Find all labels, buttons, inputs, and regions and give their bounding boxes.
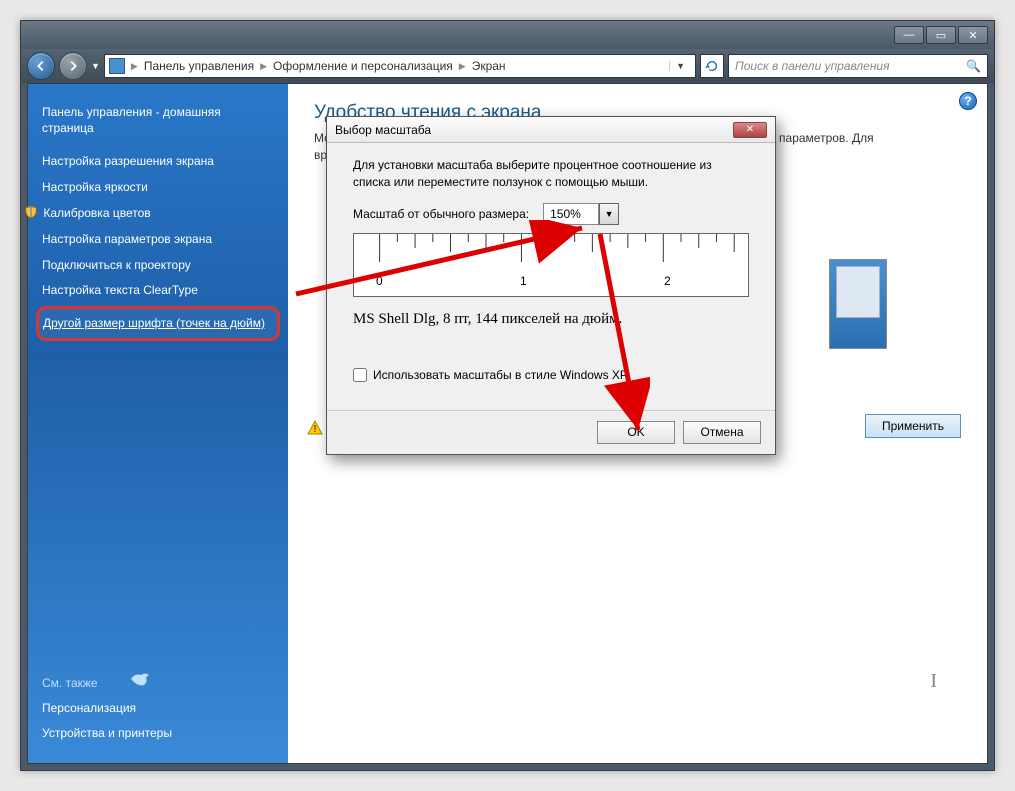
search-input[interactable]: Поиск в панели управления 🔍 [728,54,988,78]
address-dropdown[interactable]: ▼ [669,61,691,71]
breadcrumb[interactable]: Панель управления [144,59,254,73]
see-also-devices[interactable]: Устройства и принтеры [42,721,274,747]
titlebar: — ▭ ✕ [21,21,994,49]
sidebar-home[interactable]: Панель управления - домашняя страница [42,100,274,141]
warning-icon: ! [306,419,324,437]
scale-dialog: Выбор масштаба ✕ Для установки масштаба … [326,116,776,455]
dialog-intro: Для установки масштаба выберите процентн… [353,157,749,191]
text-cursor-icon: I [930,670,937,693]
see-also-header: См. также [42,676,98,690]
breadcrumb[interactable]: Оформление и персонализация [273,59,453,73]
refresh-button[interactable] [700,54,724,78]
ruler-label: 1 [520,274,527,288]
search-icon: 🔍 [966,59,981,73]
address-bar[interactable]: ▶ Панель управления▶ Оформление и персон… [104,54,696,78]
scale-combobox[interactable]: ▼ [543,203,619,225]
ruler-ticks [354,234,748,296]
location-icon [109,58,125,74]
dialog-title: Выбор масштаба [335,123,431,137]
back-button[interactable] [27,52,55,80]
refresh-icon [705,59,719,73]
forward-button[interactable] [59,52,87,80]
arrow-right-icon [66,59,80,73]
ok-button[interactable]: OK [597,421,675,444]
help-icon[interactable]: ? [959,92,977,110]
annotation-highlight: Другой размер шрифта (точек на дюйм) [36,306,280,342]
scale-dropdown-button[interactable]: ▼ [599,203,619,225]
cancel-button[interactable]: Отмена [683,421,761,444]
shield-icon [24,205,38,219]
ruler-slider[interactable]: 0 1 2 [353,233,749,297]
close-button[interactable]: ✕ [958,26,988,44]
nav-toolbar: ▼ ▶ Панель управления▶ Оформление и перс… [21,49,994,83]
ruler-label: 2 [664,274,671,288]
sidebar-item-cleartype[interactable]: Настройка текста ClearType [42,278,274,304]
minimize-button[interactable]: — [894,26,924,44]
xp-style-checkbox[interactable]: Использовать масштабы в стиле Windows XP [353,368,749,382]
bird-icon [129,671,151,690]
apply-button[interactable]: Применить [865,414,961,438]
sidebar-item-display-settings[interactable]: Настройка параметров экрана [42,227,274,253]
sidebar-item-brightness[interactable]: Настройка яркости [42,175,274,201]
scale-label: Масштаб от обычного размера: [353,207,529,221]
preview-thumbnail [829,259,887,349]
maximize-button[interactable]: ▭ [926,26,956,44]
sidebar-item-resolution[interactable]: Настройка разрешения экрана [42,149,274,175]
sidebar-item-custom-dpi[interactable]: Другой размер шрифта (точек на дюйм) [43,311,273,337]
search-placeholder: Поиск в панели управления [735,59,890,73]
sample-text: MS Shell Dlg, 8 пт, 144 пикселей на дюйм… [353,311,749,328]
sidebar-item-projector[interactable]: Подключиться к проектору [42,253,274,279]
ruler-label: 0 [376,274,383,288]
dialog-titlebar: Выбор масштаба ✕ [327,117,775,143]
svg-text:!: ! [314,424,317,435]
see-also-section: См. также Персонализация Устройства и пр… [42,671,274,747]
arrow-left-icon [34,59,48,73]
sidebar: Панель управления - домашняя страница На… [28,84,288,763]
scale-input[interactable] [543,203,599,225]
breadcrumb[interactable]: Экран [472,59,506,73]
sidebar-item-calibrate[interactable]: Калибровка цветов [42,200,274,227]
see-also-personalization[interactable]: Персонализация [42,696,274,722]
dialog-close-button[interactable]: ✕ [733,122,767,138]
xp-style-checkbox-input[interactable] [353,368,367,382]
